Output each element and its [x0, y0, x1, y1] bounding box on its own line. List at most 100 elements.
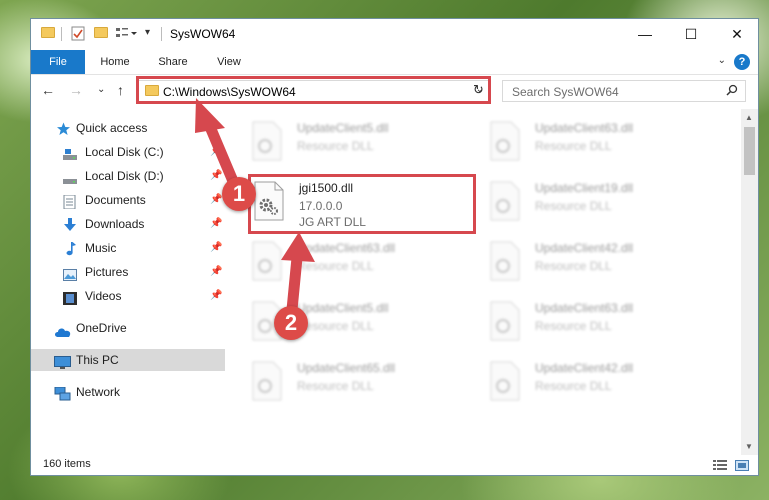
scroll-up-arrow-icon[interactable]: ▲ — [745, 113, 753, 122]
pictures-icon — [63, 266, 77, 281]
step-marker-2: 2 — [274, 306, 308, 340]
expand-ribbon-chevron-icon[interactable]: ⌄ — [718, 55, 726, 66]
pin-icon[interactable]: 📌 — [210, 285, 222, 307]
title-bar: ▾ SysWOW64 — ☐ ✕ — [31, 19, 758, 50]
search-input[interactable]: Search SysWOW64 — [512, 85, 619, 99]
dll-file-icon — [490, 241, 520, 281]
search-box[interactable]: Search SysWOW64 — [502, 80, 746, 102]
sidebar-item-music[interactable]: Music 📌 — [31, 237, 225, 259]
sidebar-item-onedrive[interactable]: OneDrive — [31, 317, 225, 339]
sidebar-item-local-disk-c[interactable]: Local Disk (C:) 📌 — [31, 141, 225, 163]
sidebar-item-quick-access[interactable]: Quick access — [31, 117, 225, 139]
tab-file[interactable]: File — [31, 50, 85, 74]
window-title: SysWOW64 — [170, 27, 236, 41]
drive-icon — [63, 146, 77, 160]
star-icon — [56, 121, 70, 135]
large-icons-view-icon[interactable] — [735, 460, 749, 474]
tab-share[interactable]: Share — [151, 50, 195, 74]
customize-toolbar-icon[interactable] — [115, 26, 137, 40]
properties-check-icon[interactable] — [71, 26, 85, 41]
file-name: UpdateClient65.dll — [297, 361, 396, 375]
scroll-down-arrow-icon[interactable]: ▼ — [745, 442, 753, 451]
sidebar-item-network[interactable]: Network — [31, 381, 225, 403]
sidebar-item-this-pc[interactable]: This PC — [31, 349, 225, 371]
download-arrow-icon — [63, 217, 77, 231]
dll-file-icon — [252, 121, 282, 161]
file-type: Resource DLL — [535, 379, 612, 393]
file-name: UpdateClient63.dll — [535, 301, 634, 315]
sidebar-item-local-disk-d[interactable]: Local Disk (D:) 📌 — [31, 165, 225, 187]
status-bar: 160 items — [31, 455, 758, 476]
list-item[interactable]: UpdateClient63.dll Resource DLL — [251, 237, 481, 289]
pin-icon[interactable]: 📌 — [210, 165, 222, 187]
music-note-icon — [65, 241, 79, 256]
list-item[interactable]: UpdateClient63.dll Resource DLL — [489, 117, 719, 169]
pin-icon[interactable]: 📌 — [210, 141, 222, 163]
forward-arrow-icon[interactable]: → — [69, 82, 83, 98]
new-folder-icon[interactable] — [94, 27, 108, 41]
monitor-icon — [54, 354, 71, 369]
minimize-button[interactable]: — — [622, 19, 668, 50]
vertical-scrollbar[interactable]: ▲ ▼ — [741, 109, 758, 455]
sidebar-item-documents[interactable]: Documents 📌 — [31, 189, 225, 211]
file-name: UpdateClient42.dll — [535, 361, 634, 375]
up-arrow-icon[interactable]: ↑ — [117, 82, 124, 98]
sidebar-item-label: Local Disk (C:) — [85, 145, 164, 159]
file-type: Resource DLL — [297, 319, 374, 333]
pin-icon[interactable]: 📌 — [210, 189, 222, 211]
file-name: UpdateClient63.dll — [297, 241, 396, 255]
recent-locations-chevron-icon[interactable]: ⌄ — [97, 84, 105, 95]
list-item[interactable]: UpdateClient5.dll Resource DLL — [251, 117, 481, 169]
file-type: Resource DLL — [297, 139, 374, 153]
navigation-pane: Quick access Local Disk (C:) 📌 Local Dis… — [31, 115, 225, 455]
address-bar-highlight — [136, 76, 491, 104]
maximize-button[interactable]: ☐ — [668, 19, 714, 50]
sidebar-item-label: This PC — [76, 353, 119, 367]
list-item[interactable]: UpdateClient42.dll Resource DLL — [489, 357, 719, 409]
tab-view[interactable]: View — [207, 50, 251, 74]
list-item[interactable]: UpdateClient19.dll Resource DLL — [489, 177, 719, 229]
file-type: Resource DLL — [535, 319, 612, 333]
step-marker-1: 1 — [222, 177, 256, 211]
item-count: 160 items — [43, 458, 91, 470]
sidebar-item-label: Music — [85, 241, 117, 255]
sidebar-item-downloads[interactable]: Downloads 📌 — [31, 213, 225, 235]
pin-icon[interactable]: 📌 — [210, 237, 222, 259]
list-item[interactable]: UpdateClient65.dll Resource DLL — [251, 357, 481, 409]
help-button[interactable]: ? — [734, 54, 750, 70]
list-item[interactable]: UpdateClient42.dll Resource DLL — [489, 237, 719, 289]
dll-file-icon — [490, 181, 520, 221]
close-button[interactable]: ✕ — [714, 19, 760, 50]
file-type: Resource DLL — [535, 259, 612, 273]
search-icon[interactable] — [726, 84, 738, 99]
sidebar-item-label: Documents — [85, 193, 146, 207]
sidebar-item-label: Network — [76, 385, 121, 399]
tab-home[interactable]: Home — [93, 50, 137, 74]
divider — [161, 27, 162, 41]
dll-file-icon — [252, 361, 282, 401]
dll-file-icon — [490, 121, 520, 161]
pin-icon[interactable]: 📌 — [210, 213, 222, 235]
pin-icon[interactable]: 📌 — [210, 261, 222, 283]
file-type: Resource DLL — [535, 199, 612, 213]
ribbon-tabs: File Home Share View ⌄ ? — [31, 50, 758, 75]
sidebar-item-label: Downloads — [85, 217, 145, 231]
scrollbar-thumb[interactable] — [744, 127, 755, 175]
file-name: UpdateClient63.dll — [535, 121, 634, 135]
sidebar-item-pictures[interactable]: Pictures 📌 — [31, 261, 225, 283]
file-name: UpdateClient5.dll — [297, 301, 389, 315]
sidebar-item-label: Pictures — [85, 265, 129, 279]
details-view-icon[interactable] — [713, 460, 727, 474]
documents-icon — [63, 194, 77, 210]
network-icon — [54, 386, 71, 401]
sidebar-item-label: Local Disk (D:) — [85, 169, 164, 183]
back-arrow-icon[interactable]: ← — [41, 82, 55, 98]
quick-access-dropdown-icon[interactable]: ▾ — [145, 27, 150, 38]
sidebar-item-videos[interactable]: Videos 📌 — [31, 285, 225, 307]
sidebar-item-label: Quick access — [76, 121, 148, 135]
dll-file-icon — [490, 361, 520, 401]
list-item[interactable]: UpdateClient63.dll Resource DLL — [489, 297, 719, 349]
folder-icon — [41, 27, 55, 41]
cloud-icon — [54, 323, 71, 337]
divider — [61, 27, 62, 41]
